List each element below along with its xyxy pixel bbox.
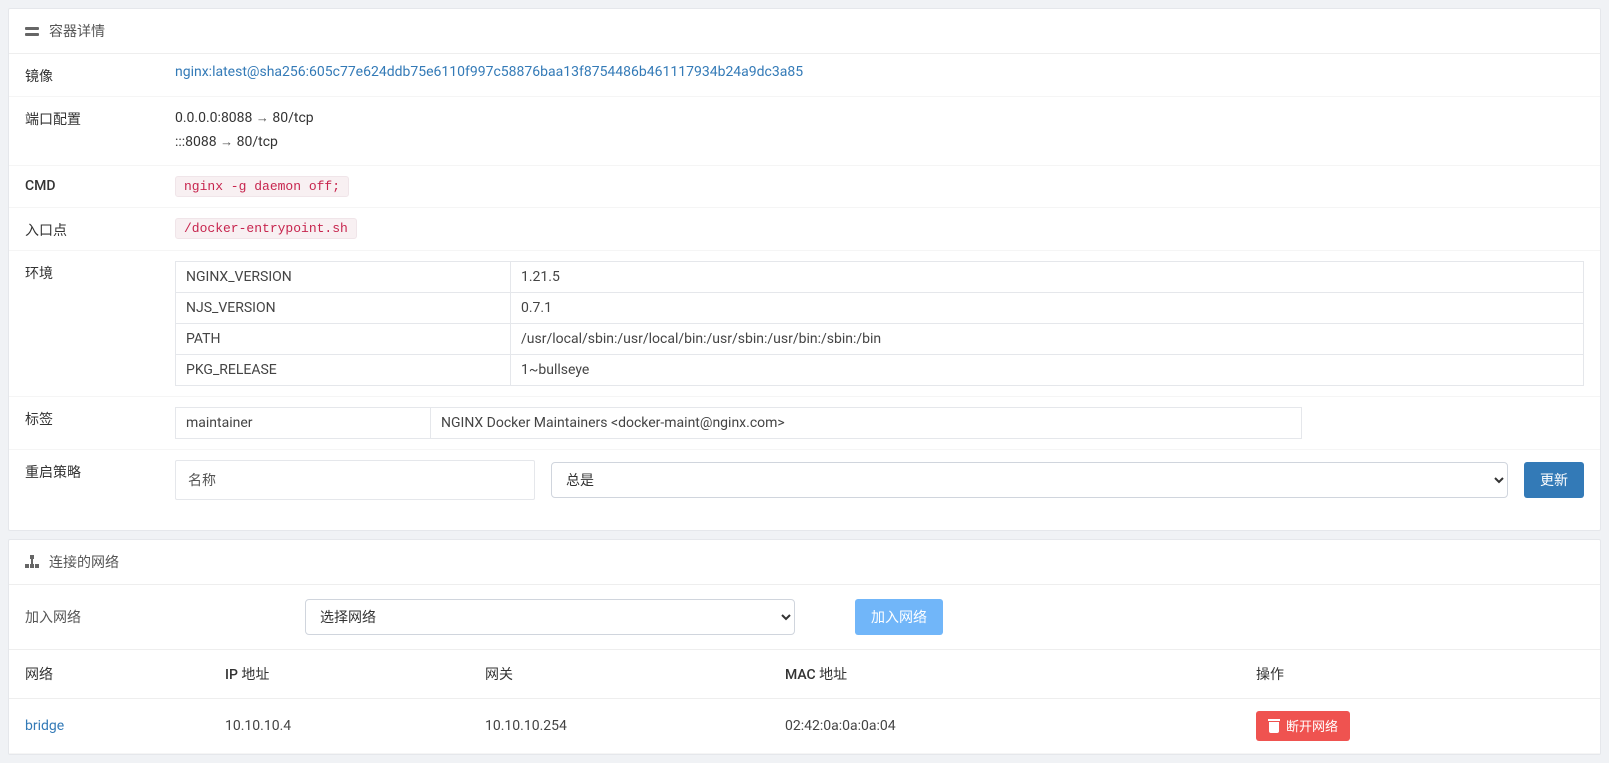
network-ip: 10.10.10.4 [209, 698, 469, 753]
env-row: PKG_RELEASE1~bullseye [176, 354, 1584, 385]
update-restart-button[interactable]: 更新 [1524, 462, 1584, 498]
container-details-panel: 容器详情 镜像 nginx:latest@sha256:605c77e624dd… [8, 8, 1601, 531]
network-row: bridge 10.10.10.4 10.10.10.254 02:42:0a:… [9, 698, 1600, 753]
env-row: PATH/usr/local/sbin:/usr/local/bin:/usr/… [176, 323, 1584, 354]
labels-table: maintainerNGINX Docker Maintainers <dock… [175, 407, 1302, 439]
networks-panel: 连接的网络 加入网络 选择网络 加入网络 网络 IP 地址 网关 MAC 地址 … [8, 539, 1601, 755]
col-actions: 操作 [1240, 649, 1600, 698]
port-mapping: :::8088 → 80/tcp [175, 131, 1584, 155]
row-ports: 端口配置 0.0.0.0:8088 → 80/tcp:::8088 → 80/t… [9, 97, 1600, 166]
col-ip: IP 地址 [209, 649, 469, 698]
entrypoint-value: /docker-entrypoint.sh [175, 218, 357, 239]
col-network: 网络 [9, 649, 209, 698]
row-cmd: CMD nginx -g daemon off; [9, 166, 1600, 208]
join-network-select[interactable]: 选择网络 [305, 599, 795, 635]
label-row: maintainerNGINX Docker Maintainers <dock… [176, 407, 1302, 438]
row-labels: 标签 maintainerNGINX Docker Maintainers <d… [9, 397, 1600, 450]
container-details-body: 镜像 nginx:latest@sha256:605c77e624ddb75e6… [9, 54, 1600, 530]
label-env: 环境 [25, 261, 175, 283]
join-network-button[interactable]: 加入网络 [855, 599, 943, 635]
label-cmd: CMD [25, 176, 175, 194]
env-row: NGINX_VERSION1.21.5 [176, 261, 1584, 292]
label-entrypoint: 入口点 [25, 218, 175, 240]
network-mac: 02:42:0a:0a:0a:04 [769, 698, 1240, 753]
label-labels: 标签 [25, 407, 175, 429]
network-icon [25, 555, 39, 569]
networks-table: 网络 IP 地址 网关 MAC 地址 操作 bridge 10.10.10.4 … [9, 649, 1600, 754]
label-key: maintainer [176, 407, 431, 438]
label-restart: 重启策略 [25, 460, 175, 482]
restart-policy-select[interactable]: 总是 [551, 462, 1508, 498]
container-details-header: 容器详情 [9, 9, 1600, 54]
row-entrypoint: 入口点 /docker-entrypoint.sh [9, 208, 1600, 251]
networks-title: 连接的网络 [49, 552, 119, 572]
leave-network-button[interactable]: 断开网络 [1256, 711, 1350, 741]
label-value: NGINX Docker Maintainers <docker-maint@n… [431, 407, 1302, 438]
env-key: NJS_VERSION [176, 292, 511, 323]
networks-header: 连接的网络 [9, 540, 1600, 585]
env-value: 1.21.5 [511, 261, 1584, 292]
env-key: PKG_RELEASE [176, 354, 511, 385]
join-network-row: 加入网络 选择网络 加入网络 [9, 585, 1600, 649]
row-restart: 重启策略 名称 总是 更新 [9, 450, 1600, 530]
image-link[interactable]: nginx:latest@sha256:605c77e624ddb75e6110… [175, 64, 803, 80]
env-value: /usr/local/sbin:/usr/local/bin:/usr/sbin… [511, 323, 1584, 354]
networks-body: 加入网络 选择网络 加入网络 网络 IP 地址 网关 MAC 地址 操作 bri… [9, 585, 1600, 754]
row-image: 镜像 nginx:latest@sha256:605c77e624ddb75e6… [9, 54, 1600, 97]
label-ports: 端口配置 [25, 107, 175, 129]
label-image: 镜像 [25, 64, 175, 86]
join-network-label: 加入网络 [25, 607, 285, 627]
env-key: NGINX_VERSION [176, 261, 511, 292]
network-gateway: 10.10.10.254 [469, 698, 769, 753]
row-env: 环境 NGINX_VERSION1.21.5NJS_VERSION0.7.1PA… [9, 251, 1600, 397]
container-details-title: 容器详情 [49, 21, 105, 41]
task-icon [25, 24, 39, 38]
env-value: 0.7.1 [511, 292, 1584, 323]
col-mac: MAC 地址 [769, 649, 1240, 698]
cmd-value: nginx -g daemon off; [175, 176, 349, 197]
port-mapping: 0.0.0.0:8088 → 80/tcp [175, 107, 1584, 131]
env-key: PATH [176, 323, 511, 354]
col-gateway: 网关 [469, 649, 769, 698]
env-value: 1~bullseye [511, 354, 1584, 385]
env-table: NGINX_VERSION1.21.5NJS_VERSION0.7.1PATH/… [175, 261, 1584, 386]
env-row: NJS_VERSION0.7.1 [176, 292, 1584, 323]
restart-name-label: 名称 [175, 460, 535, 500]
network-name-link[interactable]: bridge [25, 718, 64, 734]
trash-icon [1268, 719, 1280, 733]
